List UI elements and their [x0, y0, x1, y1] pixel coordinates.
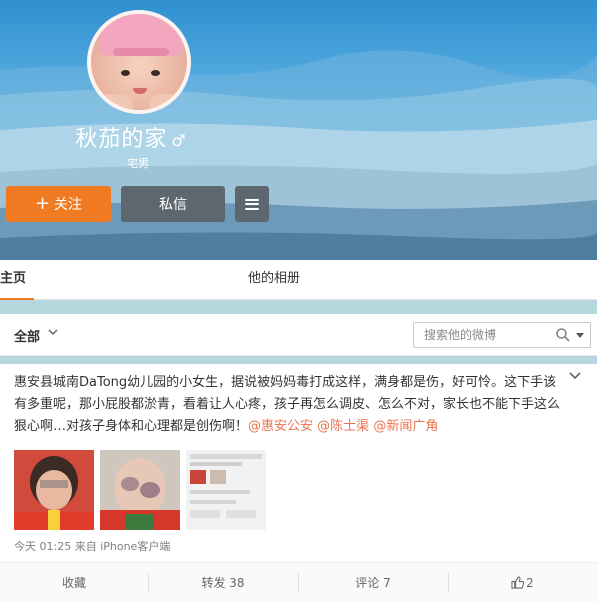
menu-icon	[245, 198, 259, 210]
forward-button[interactable]: 转发 38	[148, 563, 298, 602]
section-divider	[0, 356, 597, 364]
search-icon[interactable]	[555, 327, 571, 343]
collect-button[interactable]: 收藏	[0, 563, 148, 602]
post-text: 惠安县城南DaTong幼儿园的小女生，据说被妈妈毒打成这样，满身都是伤，好可怜。…	[14, 372, 566, 438]
feed-filter-bar: 全部	[0, 314, 597, 356]
chevron-down-icon[interactable]	[47, 326, 59, 340]
thumbs-up-icon	[511, 565, 525, 602]
tab-album[interactable]: 他的相册	[248, 260, 300, 300]
avatar-hat-brim-shape	[113, 48, 169, 56]
post-action-bar: 收藏 转发 38 评论 7 2	[0, 562, 597, 602]
male-icon: ♂	[171, 131, 187, 150]
like-count: 2	[526, 576, 534, 590]
profile-name: 秋茄的家 ♂	[0, 121, 262, 153]
search-dropdown-icon[interactable]	[575, 327, 585, 346]
search-input[interactable]	[414, 323, 550, 347]
section-divider	[0, 300, 597, 314]
search-box	[413, 322, 591, 348]
mention-link[interactable]: @陈士渠	[317, 419, 369, 434]
message-button[interactable]: 私信	[121, 186, 225, 222]
mention-link[interactable]: @新闻广角	[373, 419, 438, 434]
message-label: 私信	[159, 197, 187, 213]
profile-name-text: 秋茄的家	[75, 127, 168, 152]
plus-icon: +	[34, 193, 51, 214]
profile-tabs: 主页 他的相册	[0, 260, 597, 300]
post-image-chat-screenshot[interactable]	[186, 450, 266, 530]
weibo-post: 惠安县城南DaTong幼儿园的小女生，据说被妈妈毒打成这样，满身都是伤，好可怜。…	[0, 364, 597, 602]
post-image-child-face[interactable]	[14, 450, 94, 530]
avatar-mouth-shape	[133, 88, 147, 94]
follow-button[interactable]: + 关注	[6, 186, 111, 222]
profile-subtitle: 宅男	[127, 157, 149, 170]
profile-cover: 秋茄的家 ♂ 宅男 + 关注 私信	[0, 0, 597, 260]
like-button[interactable]: 2	[448, 563, 597, 602]
avatar-eye-shape	[121, 70, 130, 76]
post-menu-chevron-icon[interactable]	[568, 370, 582, 384]
filter-all-dropdown[interactable]: 全部	[14, 326, 40, 345]
post-timestamp-source: 今天 01:25 来自 iPhone客户端	[14, 540, 171, 553]
avatar-eye-shape	[151, 70, 160, 76]
tab-home[interactable]: 主页	[0, 260, 34, 300]
mention-link[interactable]: @惠安公安	[248, 419, 313, 434]
more-button[interactable]	[235, 186, 269, 222]
comment-button[interactable]: 评论 7	[298, 563, 448, 602]
post-image-bruised-back[interactable]	[100, 450, 180, 530]
avatar[interactable]	[87, 10, 191, 114]
follow-label: 关注	[54, 197, 83, 213]
